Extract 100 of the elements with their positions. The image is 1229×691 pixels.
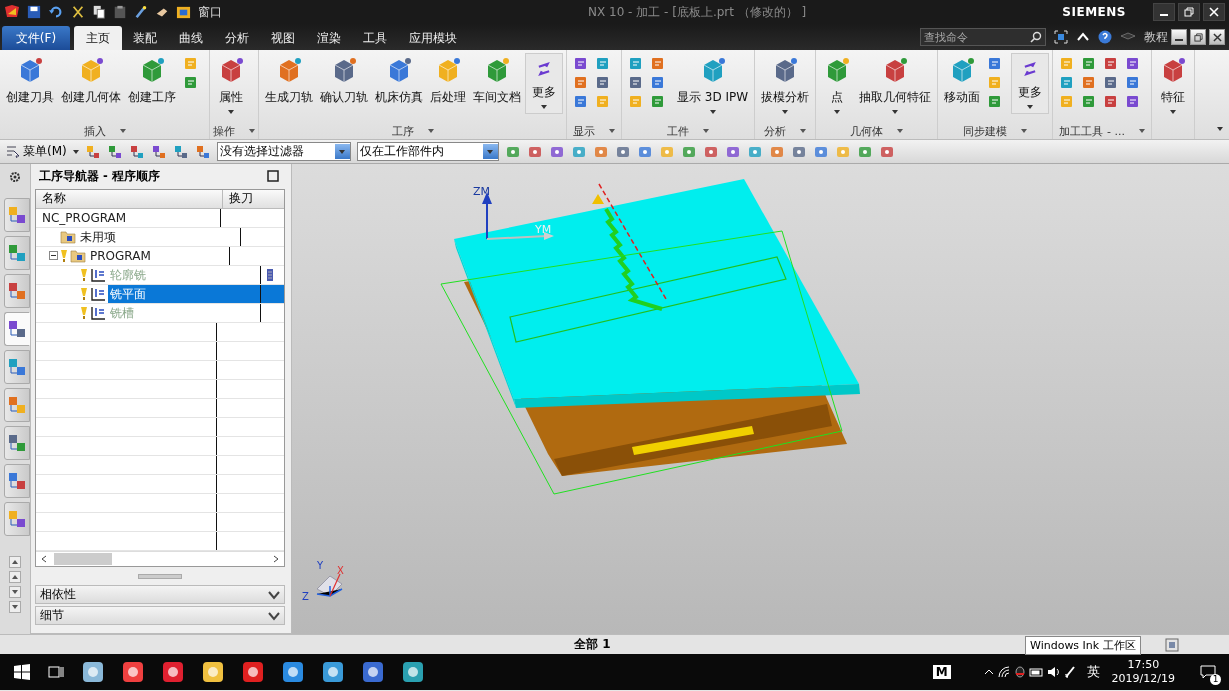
selection-filter-dropdown[interactable]: 没有选择过滤器 <box>216 142 351 161</box>
ribbon-button[interactable]: 机床仿真 <box>372 53 426 108</box>
ribbon-button[interactable]: 确认刀轨 <box>317 53 371 108</box>
ribbon-button[interactable]: 移动面 <box>941 53 984 108</box>
ribbon-button[interactable]: 创建刀具 <box>3 53 57 108</box>
tool-icon[interactable] <box>595 55 611 71</box>
resource-tab[interactable] <box>3 426 30 460</box>
ribbon-tab[interactable]: 视图 <box>260 26 306 50</box>
caret-icon[interactable] <box>703 129 710 134</box>
notification-button[interactable]: 1 <box>1193 657 1223 687</box>
ribbon-tab[interactable]: 工具 <box>352 26 398 50</box>
tool-icon[interactable] <box>573 74 589 90</box>
app-icon[interactable] <box>121 660 145 684</box>
caret-icon[interactable] <box>119 129 126 134</box>
app-icon[interactable] <box>201 660 225 684</box>
start-icon[interactable] <box>14 664 30 680</box>
key-badge[interactable]: M <box>932 665 951 679</box>
caret-icon[interactable] <box>897 129 904 134</box>
caret-icon[interactable] <box>427 129 434 134</box>
app-icon[interactable] <box>81 660 105 684</box>
caret-icon[interactable] <box>72 149 79 154</box>
tool-icon[interactable] <box>84 143 101 160</box>
undo-icon[interactable] <box>48 5 64 19</box>
resource-tab[interactable] <box>3 502 30 536</box>
ribbon-button[interactable]: 生成刀轨 <box>262 53 316 108</box>
penguin-icon[interactable] <box>1012 665 1027 679</box>
tool-icon[interactable] <box>628 74 644 90</box>
tool-icon[interactable] <box>128 143 145 160</box>
tree-item[interactable]: PROGRAM <box>88 246 153 265</box>
ribbon-button[interactable]: 抽取几何特征 <box>856 53 935 116</box>
fullscreen-icon[interactable] <box>1054 30 1068 44</box>
column-header[interactable]: 换刀 <box>223 189 284 208</box>
task-view-icon[interactable] <box>48 664 64 680</box>
minimize-button[interactable] <box>1171 29 1187 45</box>
tutorial-link[interactable]: 教程 <box>1144 28 1168 46</box>
ribbon-tab[interactable]: 分析 <box>214 26 260 50</box>
app-icon[interactable] <box>321 660 345 684</box>
copy-icon[interactable] <box>92 5 106 19</box>
menu-button[interactable]: 菜单(M) <box>6 143 67 160</box>
ribbon-button[interactable]: 车间文档 <box>470 53 524 108</box>
app-icon[interactable] <box>241 660 265 684</box>
resource-tab[interactable] <box>3 350 30 384</box>
restore-button[interactable] <box>1178 3 1200 21</box>
minimize-button[interactable] <box>1153 3 1175 21</box>
clock[interactable]: 17:50 2019/12/19 <box>1111 658 1175 686</box>
pen-icon[interactable] <box>1062 665 1077 679</box>
chevron-icon[interactable] <box>268 610 280 621</box>
ribbon-button[interactable]: 创建工序 <box>125 53 179 108</box>
wifi-icon[interactable] <box>996 665 1011 679</box>
command-search-field[interactable]: 查找命令 <box>920 28 1046 46</box>
resource-tab[interactable] <box>3 198 30 232</box>
scroll-thumb[interactable] <box>54 552 112 565</box>
scroll-right-icon[interactable] <box>272 554 280 563</box>
search-icon[interactable] <box>1030 31 1042 43</box>
caret-icon[interactable] <box>249 129 255 134</box>
window-menu[interactable]: 窗口 <box>198 3 222 21</box>
settings-icon[interactable] <box>8 170 22 184</box>
ribbon-tab[interactable]: 曲线 <box>168 26 214 50</box>
resource-tab[interactable] <box>3 388 30 422</box>
tool-icon[interactable] <box>573 55 589 71</box>
tool-icon[interactable] <box>650 55 666 71</box>
restore-button[interactable] <box>1190 29 1206 45</box>
resource-tab[interactable] <box>3 464 30 498</box>
ribbon-button[interactable]: 特征 <box>1155 53 1192 116</box>
window-icon[interactable] <box>176 4 191 20</box>
save-icon[interactable] <box>27 5 41 19</box>
ribbon-tab[interactable]: 装配 <box>122 26 168 50</box>
caret-icon[interactable] <box>1021 129 1028 134</box>
file-menu-tab[interactable]: 文件(F) <box>2 26 70 50</box>
chevron-icon[interactable] <box>268 589 280 600</box>
app-icon[interactable] <box>401 660 425 684</box>
scroll-left-icon[interactable] <box>40 554 48 563</box>
splitter-handle[interactable] <box>138 573 182 579</box>
tool-icon[interactable] <box>106 143 123 160</box>
display-icon[interactable] <box>1165 637 1179 652</box>
collapse-icon[interactable] <box>49 251 58 260</box>
tree-item[interactable]: NC_PROGRAM <box>40 208 129 227</box>
app-icon[interactable] <box>161 660 185 684</box>
tool-icon[interactable] <box>650 74 666 90</box>
scissors-icon[interactable] <box>71 5 85 19</box>
caret-icon[interactable] <box>1138 129 1145 134</box>
tool-icon[interactable] <box>183 74 199 90</box>
ribbon-button[interactable]: 点 <box>819 53 856 116</box>
input-method-indicator[interactable]: 英 <box>1086 663 1100 681</box>
app-icon[interactable] <box>281 660 305 684</box>
collapsible-section[interactable]: 细节 <box>35 606 285 625</box>
ribbon-button[interactable]: 属性 <box>213 53 249 116</box>
resource-tab[interactable] <box>3 236 30 270</box>
horizontal-scrollbar[interactable] <box>36 550 284 566</box>
tool-icon[interactable] <box>573 93 589 109</box>
ribbon-button[interactable]: 显示 3D IPW <box>674 53 752 116</box>
ribbon-button[interactable]: 拔模分析 <box>758 53 813 116</box>
tool-icon[interactable] <box>172 143 189 160</box>
close-button[interactable] <box>1209 29 1225 45</box>
ribbon-tab[interactable]: 渲染 <box>306 26 352 50</box>
speaker-icon[interactable] <box>1046 665 1061 679</box>
tool-icon[interactable] <box>150 143 167 160</box>
battery-icon[interactable] <box>1028 666 1045 678</box>
tool-icon[interactable] <box>595 74 611 90</box>
ribbon-button[interactable]: 后处理 <box>427 53 469 108</box>
